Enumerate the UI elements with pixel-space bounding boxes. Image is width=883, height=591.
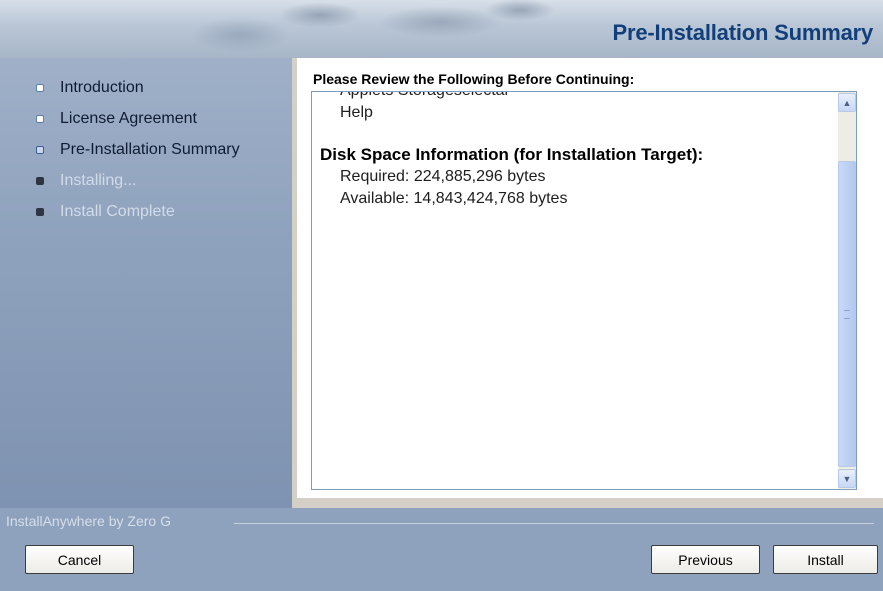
step-label: Install Complete xyxy=(60,202,175,220)
world-map-graphic xyxy=(180,0,600,58)
scroll-up-icon[interactable]: ▲ xyxy=(838,93,856,112)
step-install-complete: Install Complete xyxy=(36,196,240,227)
step-installing: Installing... xyxy=(36,165,240,196)
step-pre-installation-summary: Pre-Installation Summary xyxy=(36,134,240,165)
vendor-brand: InstallAnywhere by Zero G xyxy=(6,513,171,529)
step-label: License Agreement xyxy=(60,109,197,127)
step-introduction: Introduction xyxy=(36,72,240,103)
install-button[interactable]: Install xyxy=(773,545,878,574)
disk-required: Required: 224,885,296 bytes xyxy=(340,168,546,185)
vertical-scrollbar[interactable]: ▲ ▼ xyxy=(838,92,856,489)
brand-divider xyxy=(234,523,874,524)
content-panel: Please Review the Following Before Conti… xyxy=(292,58,883,508)
button-bar: Cancel Previous Install xyxy=(0,533,883,591)
scroll-thumb[interactable] xyxy=(838,161,856,467)
disk-available: Available: 14,843,424,768 bytes xyxy=(340,190,568,207)
cancel-button[interactable]: Cancel xyxy=(25,545,134,574)
step-label: Installing... xyxy=(60,171,137,189)
step-label: Pre-Installation Summary xyxy=(60,140,240,158)
step-bullet-icon xyxy=(36,83,44,92)
step-license-agreement: License Agreement xyxy=(36,103,240,134)
step-bullet-icon xyxy=(36,207,44,216)
page-title: Pre-Installation Summary xyxy=(612,20,874,45)
step-bullet-icon xyxy=(36,145,44,154)
header-banner: Pre-Installation Summary xyxy=(0,0,883,58)
summary-line-help: Help xyxy=(340,104,373,121)
summary-content: Applets Storageselectal Help Disk Space … xyxy=(320,92,840,210)
step-label: Introduction xyxy=(60,78,144,96)
scroll-down-icon[interactable]: ▼ xyxy=(838,469,856,488)
brand-row: InstallAnywhere by Zero G xyxy=(0,508,883,533)
steps-list: Introduction License Agreement Pre-Insta… xyxy=(36,72,240,227)
summary-text-area[interactable]: Applets Storageselectal Help Disk Space … xyxy=(311,91,857,490)
step-bullet-icon xyxy=(36,176,44,185)
review-heading: Please Review the Following Before Conti… xyxy=(313,71,635,87)
content-panel-inner: Please Review the Following Before Conti… xyxy=(297,58,883,498)
installer-window: Pre-Installation Summary Introduction Li… xyxy=(0,0,883,591)
scroll-grip-icon xyxy=(844,310,850,319)
step-bullet-icon xyxy=(36,114,44,123)
disk-space-heading: Disk Space Information (for Installation… xyxy=(320,145,704,164)
previous-button[interactable]: Previous xyxy=(651,545,760,574)
steps-sidebar: Introduction License Agreement Pre-Insta… xyxy=(0,58,292,508)
summary-line-partial: Applets Storageselectal xyxy=(320,92,840,102)
